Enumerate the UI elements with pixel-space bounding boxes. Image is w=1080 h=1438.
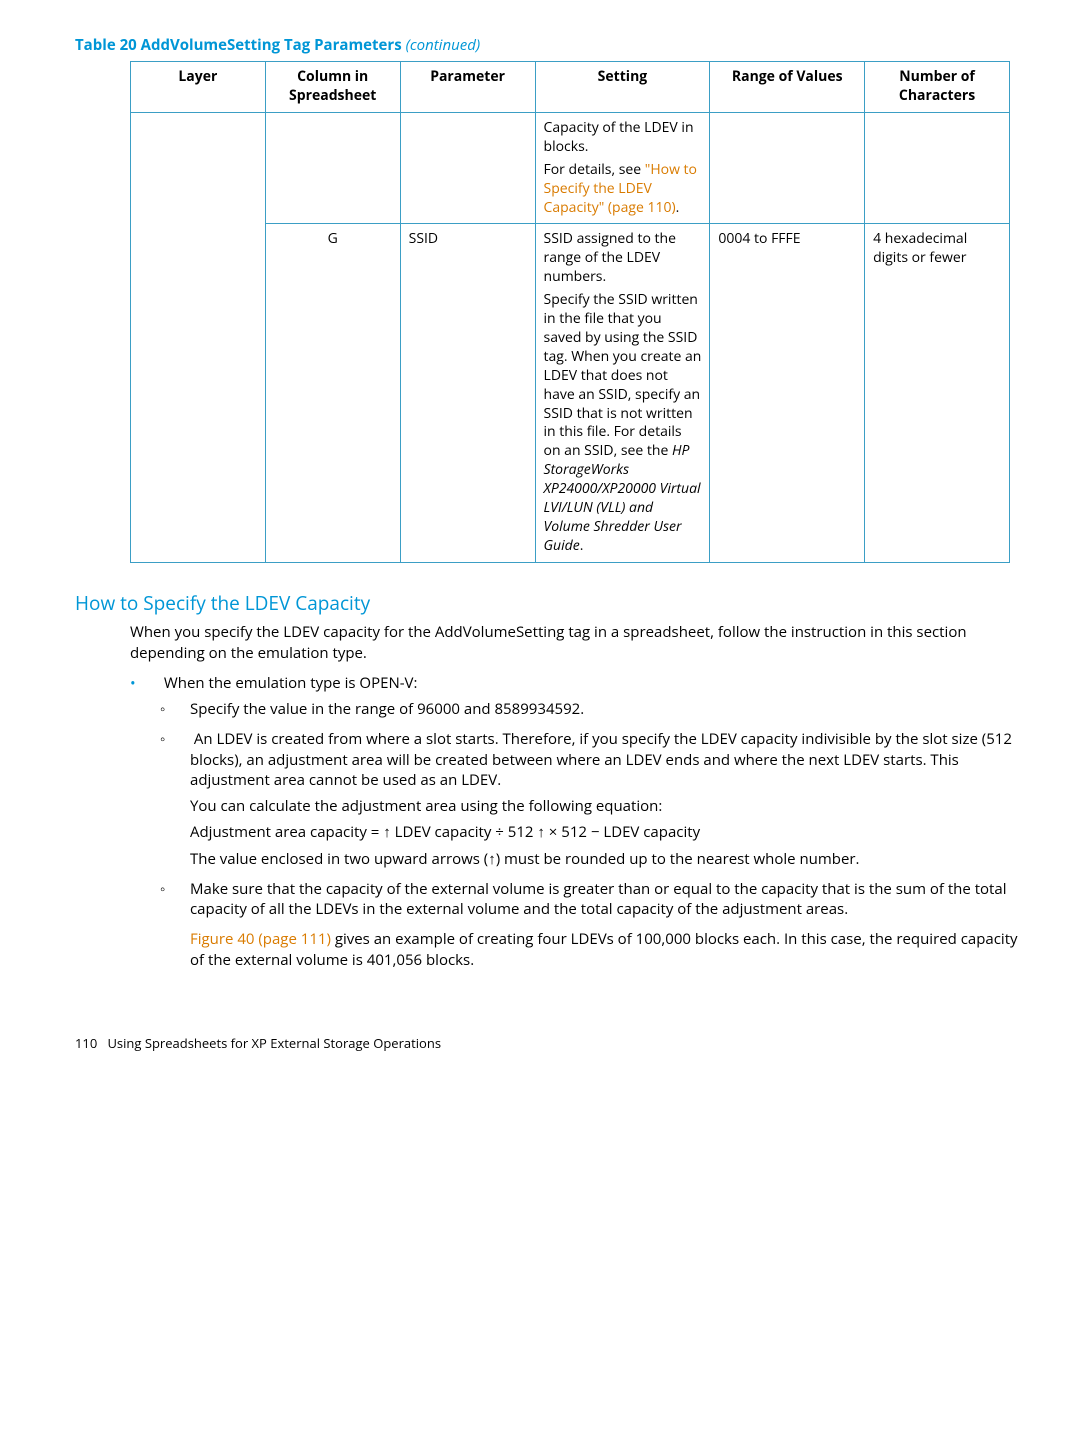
list-item: Make sure that the capacity of the exter… (160, 879, 1025, 920)
ssid-para1: SSID assigned to the range of the LDEV n… (544, 230, 702, 287)
table-caption-main: Table 20 AddVolumeSetting Tag Parameters (75, 35, 406, 55)
cell-num-ssid: 4 hexadecimal digits or fewer (865, 224, 1010, 562)
section-heading: How to Specify the LDEV Capacity (75, 591, 1025, 617)
page-footer: 110 Using Spreadsheets for XP External S… (75, 1035, 1025, 1053)
figure-ref-para: Figure 40 (page 111) gives an example of… (190, 929, 1025, 970)
cap-line1: Capacity of the LDEV in blocks. (544, 119, 702, 157)
table-row: Capacity of the LDEV in blocks. For deta… (131, 113, 1010, 224)
sub3-text: Make sure that the capacity of the exter… (190, 879, 1007, 919)
sub2-text: An LDEV is created from where a slot sta… (190, 729, 1012, 790)
cell-range-ssid: 0004 to FFFE (710, 224, 865, 562)
page-number: 110 (75, 1034, 97, 1052)
cell-setting-capacity: Capacity of the LDEV in blocks. For deta… (535, 113, 710, 224)
cell-param-ssid: SSID (400, 224, 535, 562)
cap-line2: For details, see "How to Specify the LDE… (544, 161, 702, 218)
col-header-setting: Setting (535, 62, 710, 113)
intro-paragraph: When you specify the LDEV capacity for t… (130, 622, 1025, 663)
cell-empty-num (865, 113, 1010, 224)
cap-line2-post: . (676, 198, 680, 217)
cell-empty-col (265, 113, 400, 224)
calc-note: The value enclosed in two upward arrows … (190, 849, 1025, 869)
bullet1-text: When the emulation type is OPEN-V: (164, 673, 418, 693)
footer-title: Using Spreadsheets for XP External Stora… (107, 1034, 441, 1052)
col-header-range: Range of Values (710, 62, 865, 113)
col-header-parameter: Parameter (400, 62, 535, 113)
table-caption-continued: (continued) (406, 35, 481, 55)
list-item: Specify the value in the range of 96000 … (160, 699, 1025, 719)
col-header-layer: Layer (131, 62, 266, 113)
col-header-num: Number of Characters (865, 62, 1010, 113)
parameters-table: Layer Column in Spreadsheet Parameter Se… (130, 61, 1010, 562)
table-caption: Table 20 AddVolumeSetting Tag Parameters… (75, 35, 1025, 55)
col-header-column: Column in Spreadsheet (265, 62, 400, 113)
list-item: When the emulation type is OPEN-V: Speci… (130, 673, 1025, 970)
bullet-list: When the emulation type is OPEN-V: Speci… (130, 673, 1025, 970)
calc-intro: You can calculate the adjustment area us… (190, 796, 1025, 816)
sub1-text: Specify the value in the range of 96000 … (190, 699, 584, 719)
ssid-para2c: . (580, 536, 584, 555)
cell-setting-ssid: SSID assigned to the range of the LDEV n… (535, 224, 710, 562)
calc-formula: Adjustment area capacity = ↑ LDEV capaci… (190, 822, 1025, 842)
ssid-para2a: Specify the SSID written in the file tha… (544, 290, 702, 460)
link-figure-40[interactable]: Figure 40 (page 111) (190, 929, 331, 949)
table-header-row: Layer Column in Spreadsheet Parameter Se… (131, 62, 1010, 113)
sub-list: Specify the value in the range of 96000 … (160, 699, 1025, 919)
ssid-para2: Specify the SSID written in the file tha… (544, 291, 702, 555)
cell-empty-layer (131, 113, 266, 563)
cell-empty-range (710, 113, 865, 224)
cell-col-g: G (265, 224, 400, 562)
cap-line2-pre: For details, see (544, 160, 645, 179)
list-item: An LDEV is created from where a slot sta… (160, 729, 1025, 869)
cell-empty-param (400, 113, 535, 224)
